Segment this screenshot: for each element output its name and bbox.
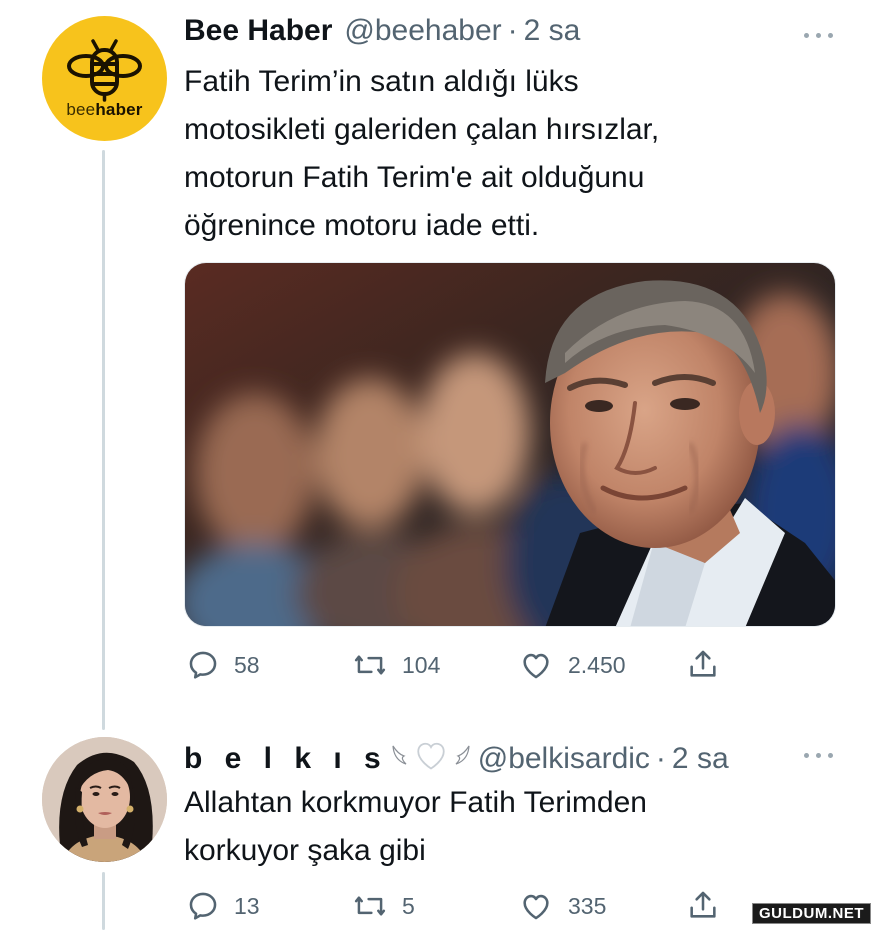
timestamp[interactable]: 2 sa xyxy=(524,14,581,48)
timestamp[interactable]: 2 sa xyxy=(672,742,729,776)
separator-dot: · xyxy=(655,742,666,775)
tweet2-text: Allahtan korkmuyor Fatih Terimden korkuy… xyxy=(184,779,844,875)
tweet-text-line: motorun Fatih Terim'e ait olduğunu xyxy=(184,161,645,194)
like-count: 2.450 xyxy=(568,651,626,678)
reply-button[interactable]: 58 xyxy=(186,648,260,682)
handle[interactable]: @beehaber xyxy=(344,14,501,48)
more-options-icon[interactable] xyxy=(800,25,840,45)
woman-portrait-photo xyxy=(42,737,167,862)
site-watermark: GULDUM.NET xyxy=(752,903,871,924)
share-button[interactable] xyxy=(686,887,720,923)
reply-icon xyxy=(189,892,217,920)
tweet-text-line: motosikleti galeriden çalan hırsızlar, xyxy=(184,113,660,146)
retweet-button[interactable]: 5 xyxy=(352,889,415,923)
display-name[interactable]: Bee Haber xyxy=(184,14,332,48)
beehaber-avatar[interactable]: beehaber xyxy=(42,16,167,141)
like-count: 335 xyxy=(568,892,607,919)
share-icon xyxy=(690,891,716,918)
separator-dot: · xyxy=(507,14,518,47)
reply-count: 58 xyxy=(234,651,260,678)
wing-left-icon xyxy=(392,745,407,765)
retweet-icon xyxy=(354,655,386,675)
thread-line xyxy=(102,150,105,730)
man-portrait-photo xyxy=(185,263,835,626)
display-name[interactable]: b e l k ı s xyxy=(184,742,388,776)
retweet-count: 5 xyxy=(402,892,415,919)
retweet-button[interactable]: 104 xyxy=(352,648,440,682)
white-heart-icon xyxy=(417,742,445,770)
share-icon xyxy=(690,650,716,677)
tweet-text-line: Allahtan korkmuyor Fatih Terimden xyxy=(184,786,647,819)
retweet-icon xyxy=(354,896,386,916)
tweet-photo[interactable] xyxy=(184,262,836,627)
reply-button[interactable]: 13 xyxy=(186,889,260,923)
reply-count: 13 xyxy=(234,892,260,919)
tweet-text-line: Fatih Terim’in satın aldığı lüks xyxy=(184,65,579,98)
tweet1-text: Fatih Terim’in satın aldığı lüks motosik… xyxy=(184,58,844,250)
heart-icon xyxy=(523,653,549,679)
wing-right-icon xyxy=(455,745,470,765)
retweet-count: 104 xyxy=(402,651,441,678)
like-button[interactable]: 2.450 xyxy=(518,648,626,682)
tweet-text-line: korkuyor şaka gibi xyxy=(184,834,426,867)
bee-icon xyxy=(67,39,142,102)
thread-line-continuation xyxy=(102,872,105,930)
reply-icon xyxy=(189,651,217,679)
belkis-avatar[interactable] xyxy=(42,737,167,862)
share-button[interactable] xyxy=(686,646,720,682)
name-emojis xyxy=(390,737,472,773)
beehaber-wordmark: beehaber xyxy=(66,100,143,119)
handle[interactable]: @belkisardic xyxy=(478,742,650,776)
like-button[interactable]: 335 xyxy=(518,889,606,923)
tweet2-header: b e l k ı s @belkisardic · 2 sa xyxy=(184,737,729,776)
more-options-icon[interactable] xyxy=(800,745,840,765)
tweet1-header: Bee Haber @beehaber · 2 sa xyxy=(184,14,580,48)
tweet-text-line: öğrenince motoru iade etti. xyxy=(184,209,540,242)
heart-icon xyxy=(523,894,549,920)
